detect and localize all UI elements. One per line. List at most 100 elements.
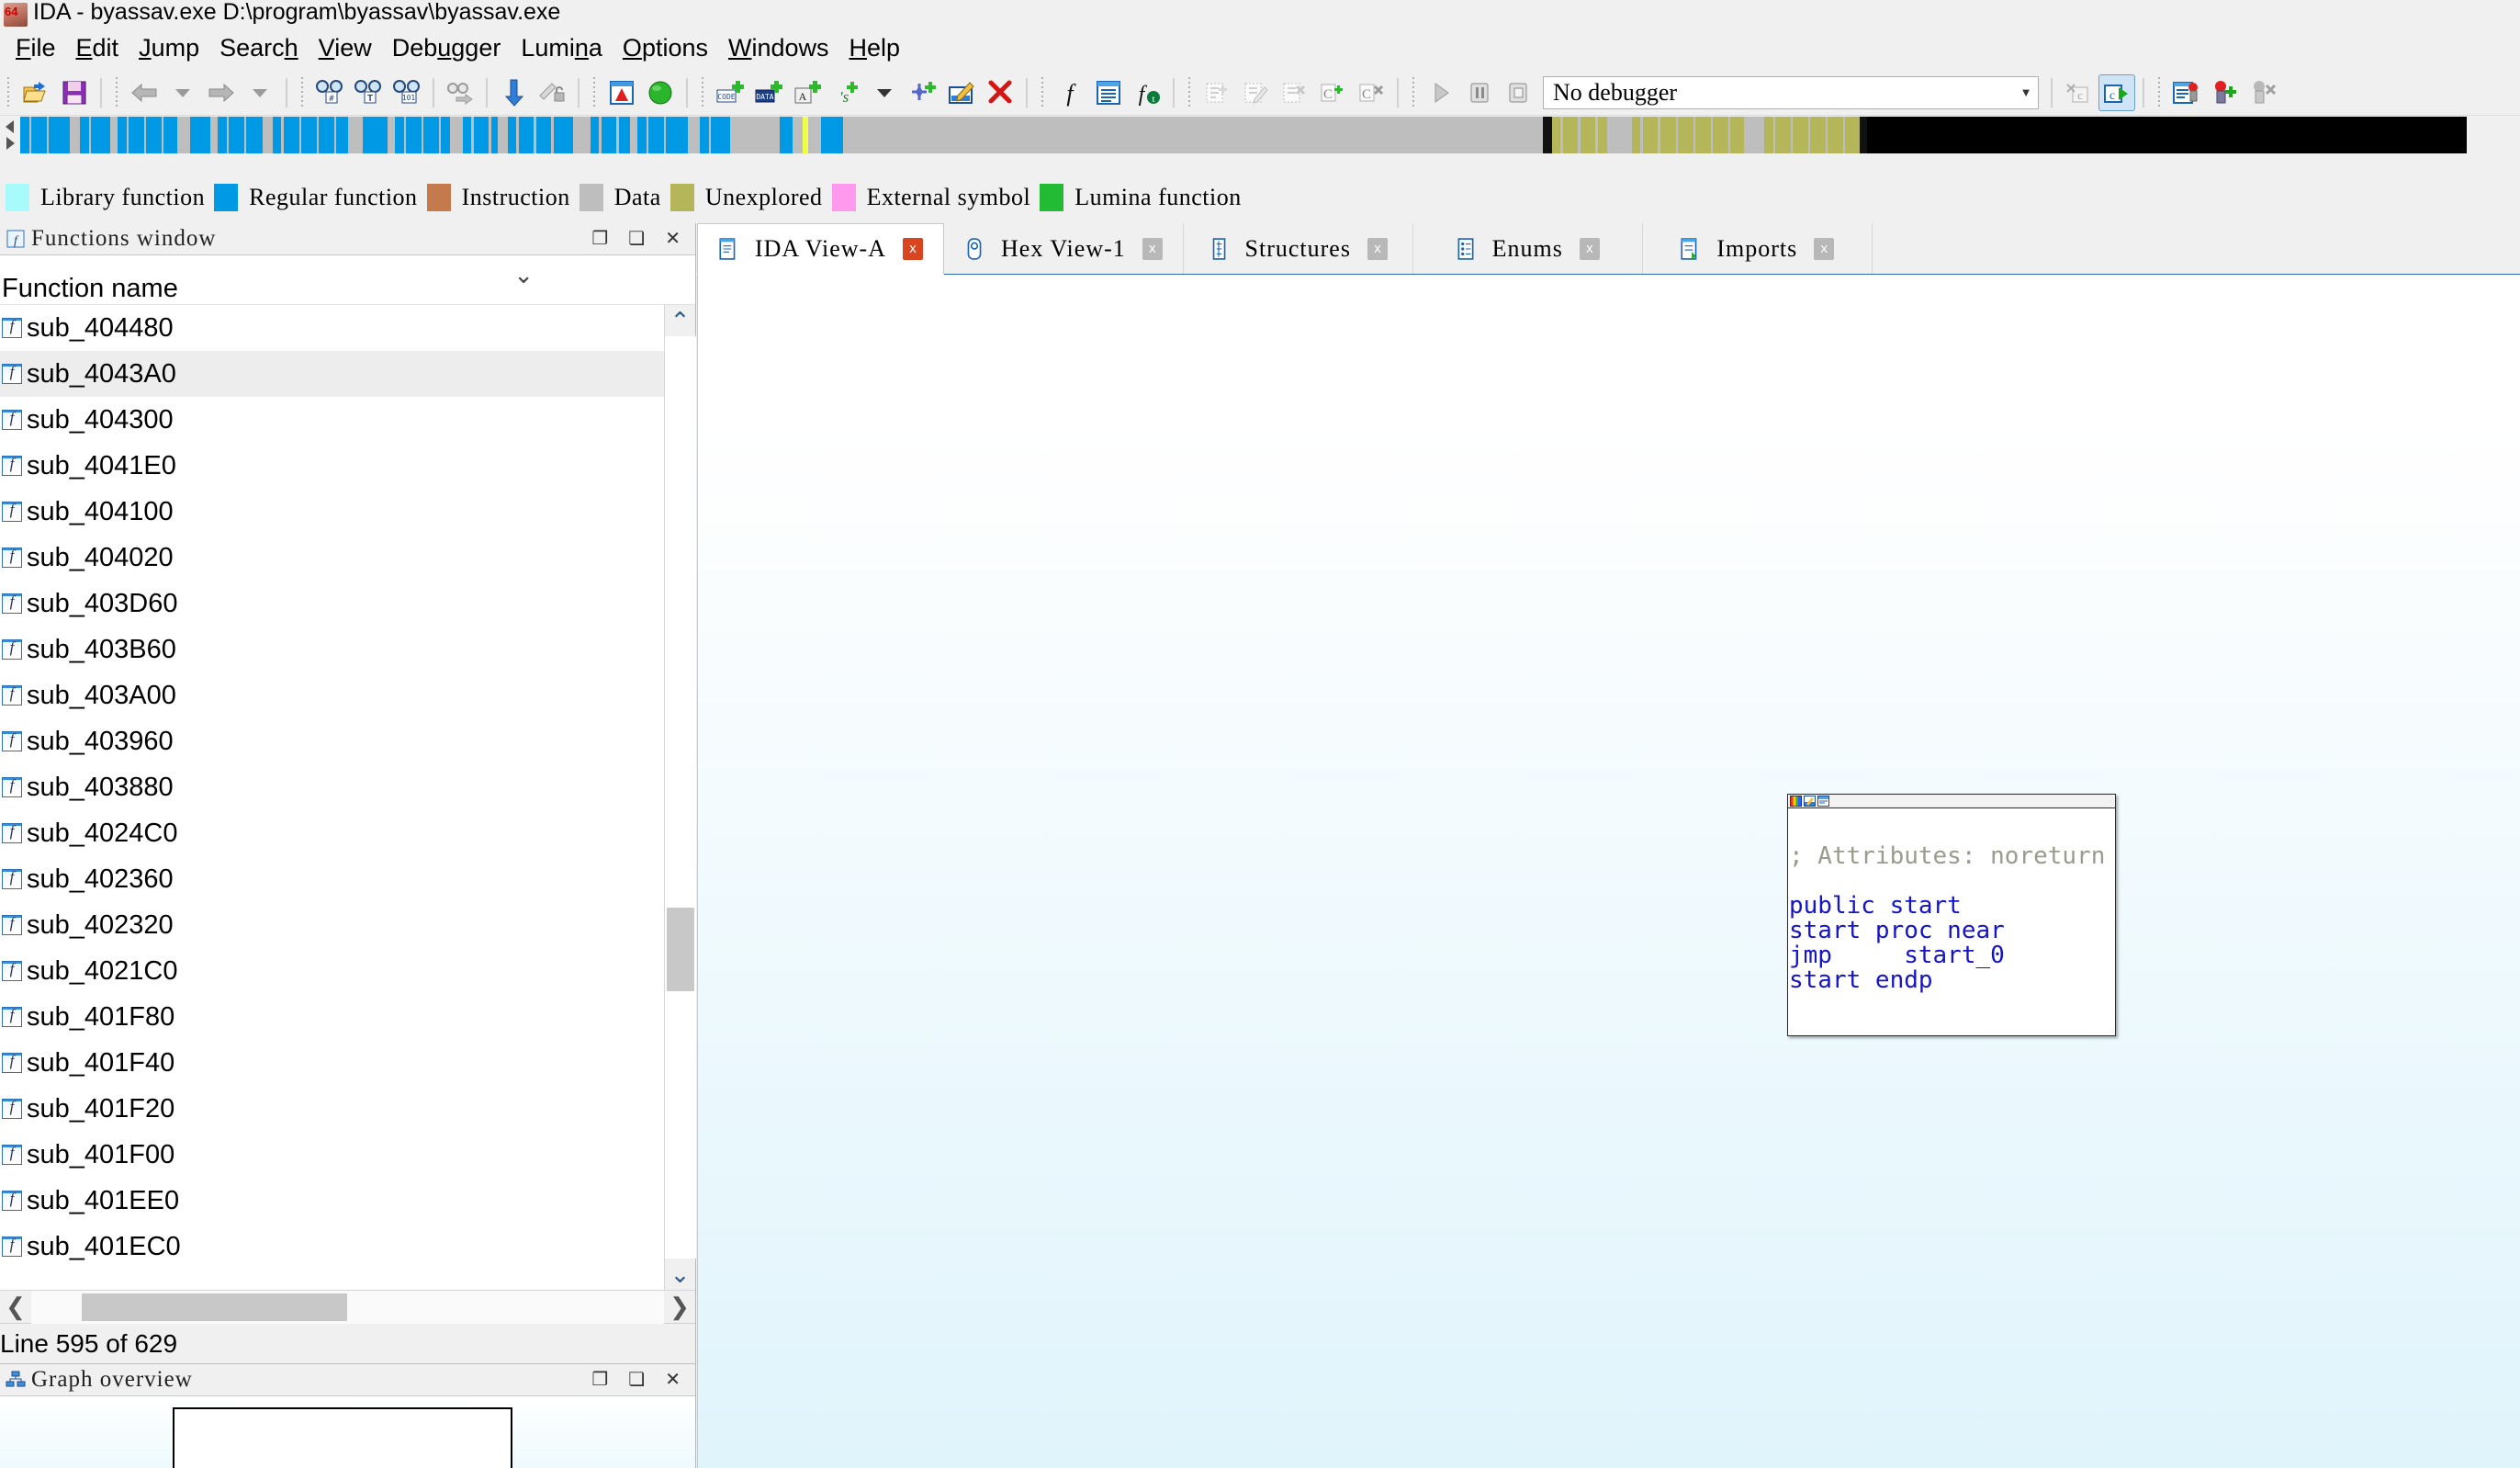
make-code-icon[interactable]: CODE <box>713 75 748 110</box>
function-list-item[interactable]: sub_401F40 <box>0 1040 664 1086</box>
navigate-forward-icon[interactable] <box>204 75 239 110</box>
toolbar-grip-search[interactable] <box>298 76 306 108</box>
delete-struct-icon[interactable]: C <box>1354 75 1389 110</box>
unlock-icon[interactable] <box>534 75 569 110</box>
toolbar-grip[interactable] <box>5 76 12 108</box>
function-list-item[interactable]: sub_403960 <box>0 718 664 764</box>
edit-node-icon[interactable] <box>1804 796 1816 807</box>
toolbar-grip-func[interactable] <box>1039 76 1046 108</box>
minimize-icon[interactable]: ❐ <box>591 1371 608 1389</box>
function-list-item[interactable]: sub_4043A0 <box>0 351 664 397</box>
make-struct-icon[interactable]: 's <box>828 75 863 110</box>
function-list-item[interactable]: sub_402320 <box>0 902 664 948</box>
ida-view-a-graph-canvas[interactable]: ; Attributes: noreturn thunk public star… <box>697 275 2520 1468</box>
tab-structures[interactable]: Structures x <box>1183 223 1413 274</box>
function-icon[interactable]: f <box>1052 75 1087 110</box>
warning-icon[interactable] <box>604 75 639 110</box>
make-ascii-icon[interactable]: A <box>790 75 825 110</box>
attach-process-icon[interactable]: c <box>2098 73 2135 111</box>
horizontal-scroll-thumb[interactable] <box>82 1293 348 1321</box>
stop-icon[interactable] <box>1501 75 1536 110</box>
menu-search[interactable]: Search <box>209 34 309 62</box>
tab-close-icon[interactable]: x <box>903 238 923 260</box>
chevron-down-icon[interactable]: ⌄ <box>513 261 534 289</box>
run-icon[interactable] <box>1423 75 1458 110</box>
tab-close-icon[interactable]: x <box>1367 237 1388 260</box>
chevron-down-icon[interactable]: ▼ <box>2014 85 2038 99</box>
function-list-item[interactable]: sub_404020 <box>0 535 664 581</box>
search-next-icon[interactable] <box>443 75 478 110</box>
functions-vertical-scrollbar[interactable]: ⌃ ⌄ <box>664 305 696 1290</box>
menu-options[interactable]: Options <box>613 34 718 62</box>
function-list-item[interactable]: sub_4041E0 <box>0 443 664 489</box>
add-bookmark-icon[interactable] <box>1199 75 1234 110</box>
scroll-down-icon[interactable]: ⌄ <box>665 1259 696 1290</box>
detach-process-icon[interactable]: c <box>2061 75 2096 110</box>
forward-dropdown-icon[interactable] <box>242 75 277 110</box>
toolbar-grip-bp[interactable] <box>2155 76 2163 108</box>
function-list-item[interactable]: sub_404100 <box>0 489 664 535</box>
make-dropdown-icon[interactable] <box>867 75 902 110</box>
scroll-up-icon[interactable]: ⌃ <box>665 305 696 336</box>
menu-lumina[interactable]: Lumina <box>511 34 613 62</box>
function-list-item[interactable]: sub_401EC0 <box>0 1224 664 1270</box>
tab-imports[interactable]: Imports x <box>1642 223 1873 274</box>
palette-icon[interactable] <box>1790 796 1802 807</box>
search-hex-icon[interactable]: # <box>312 75 347 110</box>
function-list-item[interactable]: sub_401F00 <box>0 1132 664 1178</box>
vertical-scroll-track[interactable] <box>664 336 696 1259</box>
function-list-item[interactable]: sub_403D60 <box>0 581 664 627</box>
close-icon[interactable]: ✕ <box>665 1371 681 1389</box>
toolbar-grip-mark[interactable] <box>591 76 598 108</box>
function-list-item[interactable]: sub_404480 <box>0 305 664 351</box>
node-properties-icon[interactable] <box>1817 796 1829 807</box>
function-list-item[interactable]: sub_402360 <box>0 856 664 902</box>
toolbar-grip-make[interactable] <box>699 76 706 108</box>
minimize-icon[interactable]: ❐ <box>591 230 608 248</box>
function-list-item[interactable]: sub_401F80 <box>0 994 664 1040</box>
functions-list[interactable]: sub_404480 sub_4043A0 sub_404300 sub_4041E0… <box>0 305 664 1290</box>
tab-close-icon[interactable]: x <box>1142 237 1163 260</box>
function-list-item[interactable]: sub_4021C0 <box>0 948 664 994</box>
tab-close-icon[interactable]: x <box>1814 237 1835 260</box>
delete-bookmark-icon[interactable] <box>1277 75 1311 110</box>
open-file-icon[interactable] <box>18 75 53 110</box>
menu-view[interactable]: View <box>309 34 382 62</box>
add-breakpoint-icon[interactable] <box>2208 75 2243 110</box>
undefine-icon[interactable] <box>983 75 1018 110</box>
search-sequence-icon[interactable]: 101 <box>389 75 424 110</box>
function-list-item[interactable]: sub_403880 <box>0 764 664 810</box>
pause-icon[interactable] <box>1462 75 1497 110</box>
function-list-item[interactable]: sub_401F20 <box>0 1086 664 1132</box>
list-icon[interactable] <box>1091 75 1126 110</box>
float-icon[interactable]: ❏ <box>628 230 645 248</box>
menu-windows[interactable]: Windows <box>718 34 839 62</box>
edit-operand-icon[interactable] <box>944 75 979 110</box>
scroll-left-icon[interactable]: ❮ <box>0 1293 31 1321</box>
menu-jump[interactable]: Jump <box>129 34 209 62</box>
back-dropdown-icon[interactable] <box>165 75 200 110</box>
horizontal-scroll-track[interactable] <box>31 1290 664 1324</box>
toolbar-grip-bookmark[interactable] <box>1186 76 1193 108</box>
jump-down-icon[interactable] <box>496 75 531 110</box>
graph-overview-viewport-box[interactable] <box>173 1407 512 1468</box>
tab-enums[interactable]: Enums x <box>1412 223 1643 274</box>
function-tail-icon[interactable]: f t <box>1130 75 1164 110</box>
navigate-back-icon[interactable] <box>127 75 162 110</box>
close-icon[interactable]: ✕ <box>665 230 681 248</box>
toolbar-grip-debug[interactable] <box>1410 76 1417 108</box>
menu-edit[interactable]: Edit <box>66 34 129 62</box>
search-text-icon[interactable]: T <box>351 75 386 110</box>
menu-debugger[interactable]: Debugger <box>382 34 512 62</box>
menu-help[interactable]: Help <box>839 34 911 62</box>
graph-node-start[interactable]: ; Attributes: noreturn thunk public star… <box>1787 794 2116 1036</box>
function-list-item[interactable]: sub_403B60 <box>0 627 664 672</box>
new-struct-icon[interactable]: C <box>1315 75 1350 110</box>
tab-ida-view-a[interactable]: IDA View-A x <box>697 223 944 275</box>
menu-file[interactable]: File <box>6 34 66 62</box>
delete-breakpoint-icon[interactable] <box>2246 75 2281 110</box>
debugger-select[interactable]: No debugger ▼ <box>1543 75 2039 109</box>
function-list-item[interactable]: sub_4024C0 <box>0 810 664 856</box>
float-icon[interactable]: ❏ <box>628 1371 645 1389</box>
tab-close-icon[interactable]: x <box>1579 237 1600 260</box>
